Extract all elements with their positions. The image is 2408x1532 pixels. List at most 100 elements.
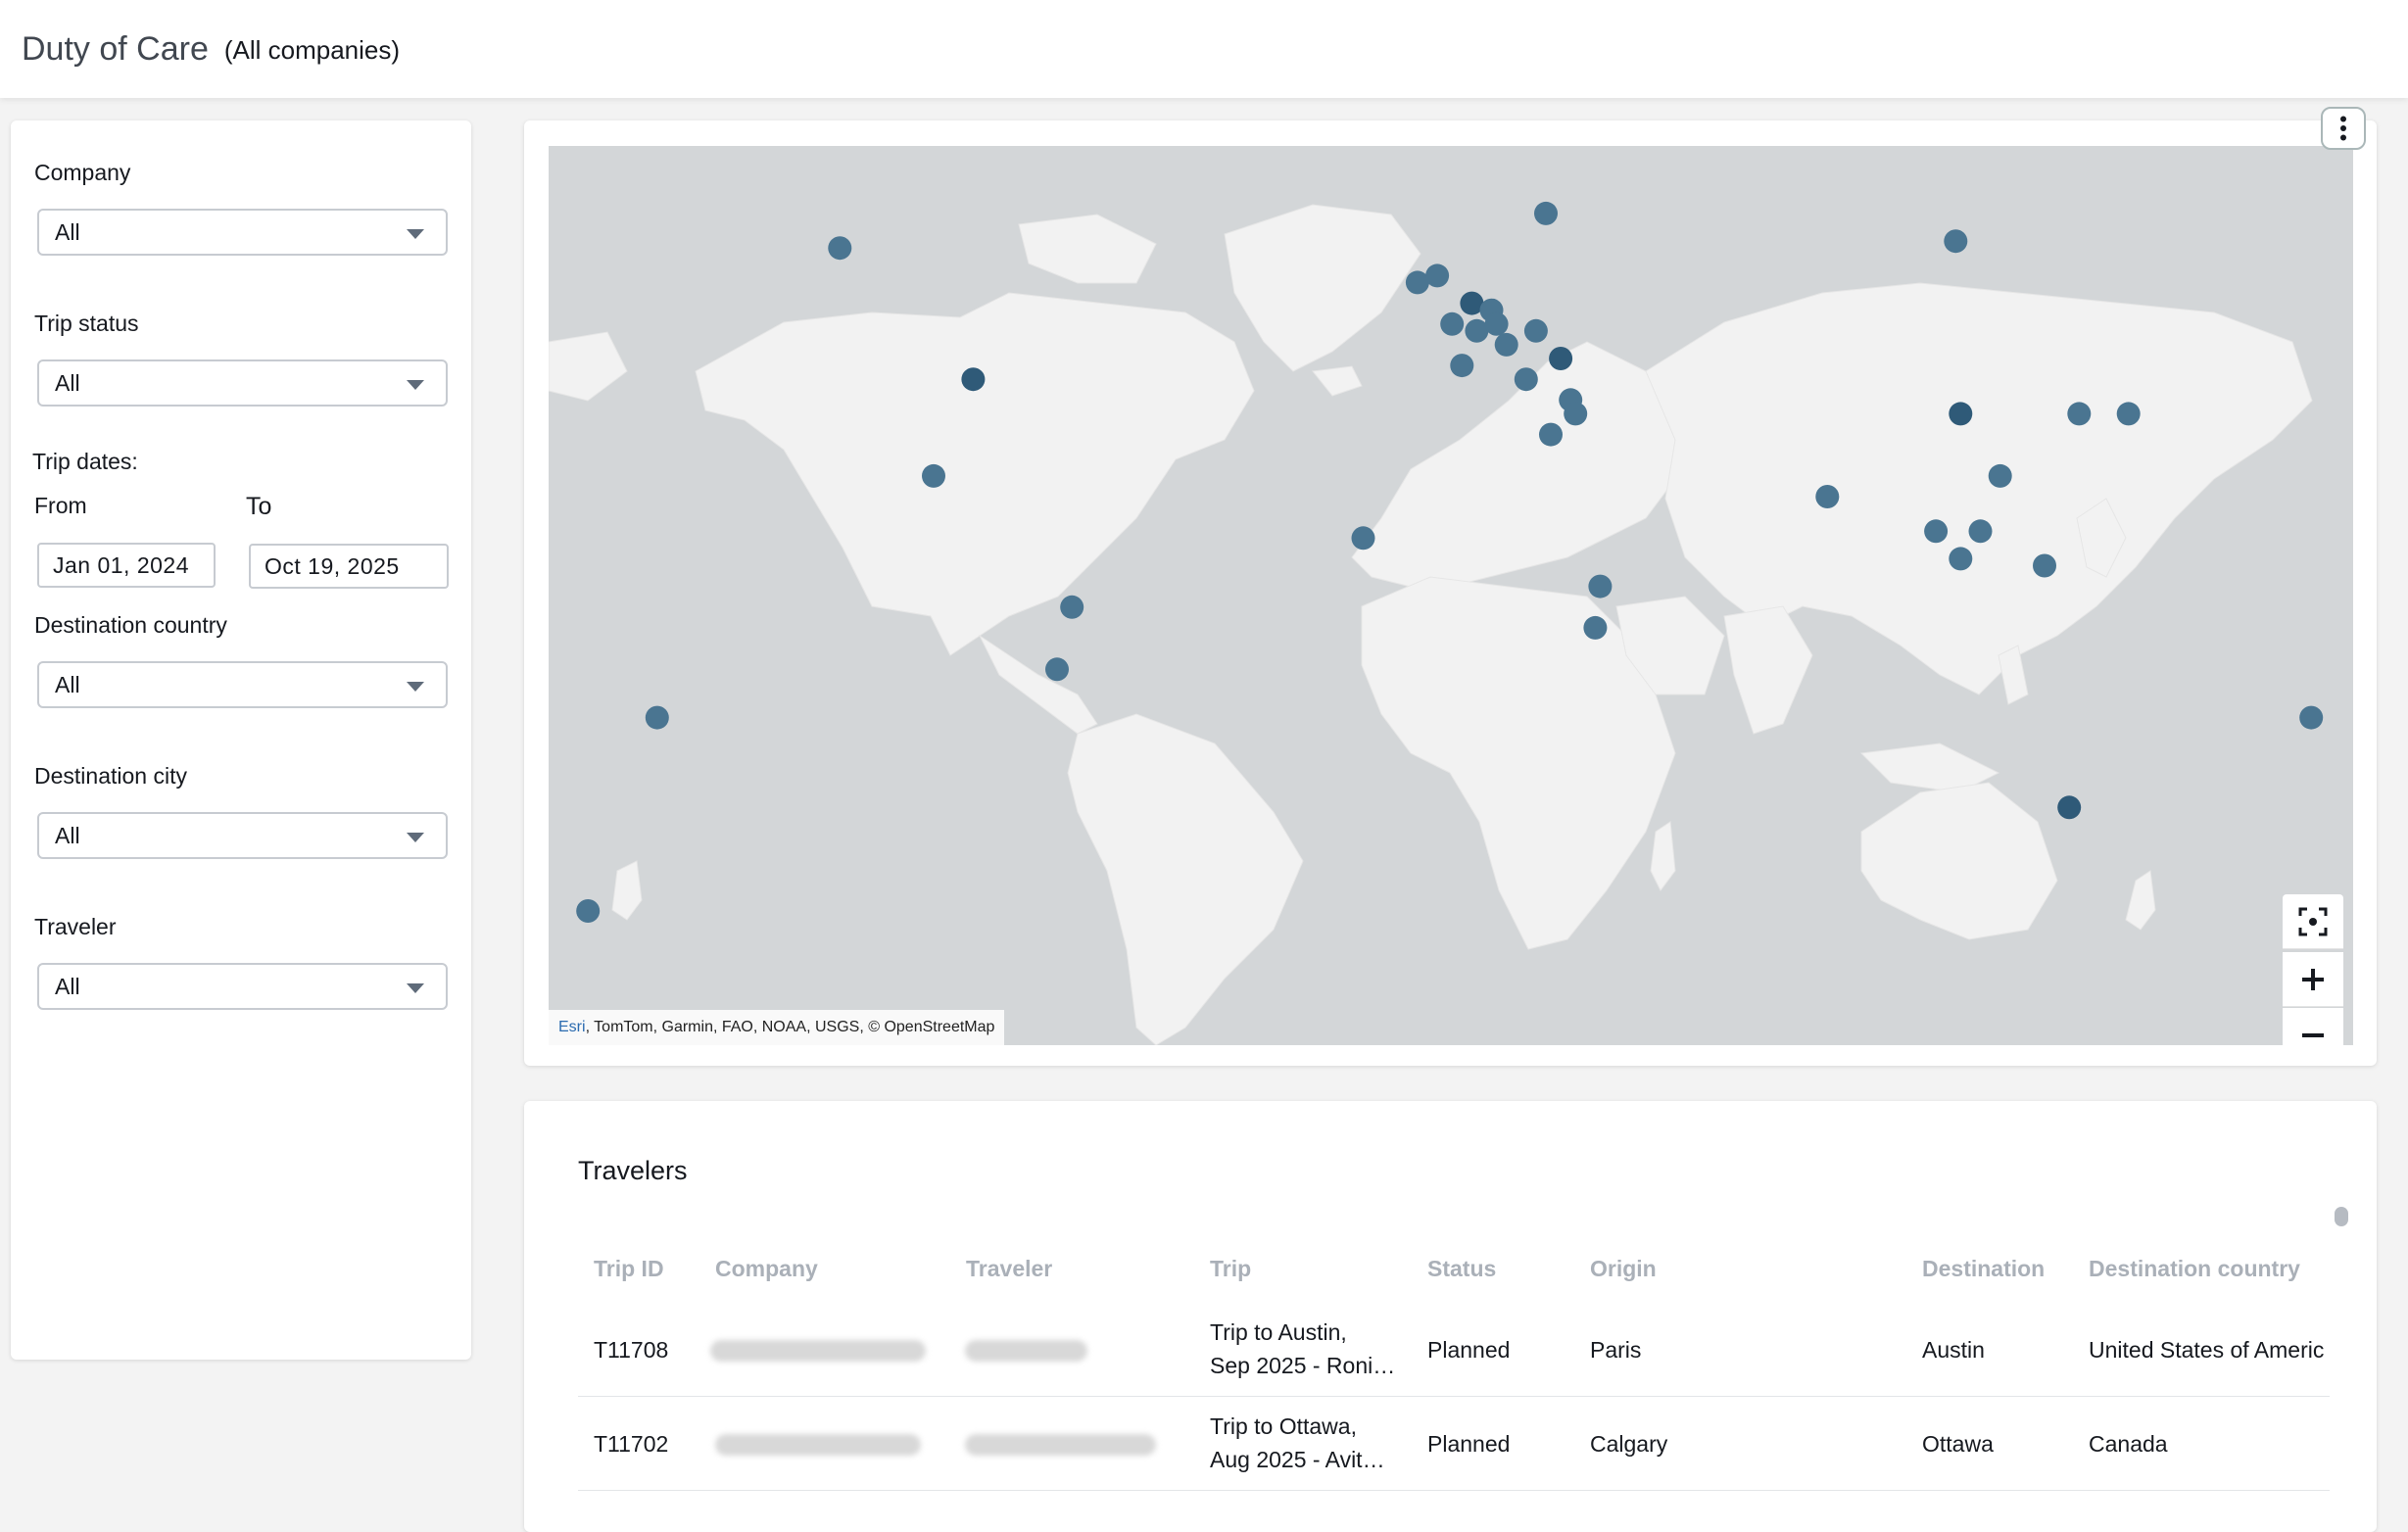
travelers-card: Travelers Trip ID Company Traveler Trip …	[524, 1101, 2377, 1532]
row-divider	[578, 1490, 2330, 1491]
esri-link[interactable]: Esri	[558, 1019, 586, 1036]
company-select[interactable]: All	[37, 209, 448, 256]
destination-cell: Ottawa	[1922, 1431, 1994, 1457]
world-map[interactable]: Esri , TomTom, Garmin, FAO, NOAA, USGS, …	[549, 146, 2353, 1045]
trip-cell-line2: Aug 2025 - Avit…	[1210, 1447, 1385, 1472]
caret-down-icon	[407, 229, 424, 239]
traveler-location-marker[interactable]	[1351, 526, 1375, 551]
column-header-destination-country[interactable]: Destination country	[2089, 1256, 2300, 1282]
traveler-location-marker[interactable]	[1968, 519, 1993, 544]
map-attribution: Esri , TomTom, Garmin, FAO, NOAA, USGS, …	[549, 1010, 1005, 1045]
more-vertical-icon	[2340, 116, 2346, 141]
landmass-australia	[1860, 782, 2058, 940]
landmass-philippines	[1998, 645, 2029, 705]
traveler-location-marker[interactable]	[1484, 311, 1509, 336]
traveler-location-marker[interactable]	[2299, 705, 2324, 730]
caret-down-icon	[407, 833, 424, 842]
recenter-button[interactable]	[2283, 894, 2343, 949]
trip-cell-line1: Trip to Austin,	[1210, 1319, 1347, 1345]
traveler-location-marker[interactable]	[2033, 553, 2056, 578]
column-header-trip-id[interactable]: Trip ID	[594, 1256, 664, 1282]
traveler-location-marker[interactable]	[1539, 422, 1563, 447]
column-header-company[interactable]: Company	[715, 1256, 818, 1282]
page-subtitle: (All companies)	[223, 34, 401, 65]
traveler-location-marker[interactable]	[828, 236, 852, 261]
zoom-in-button[interactable]	[2283, 952, 2343, 1007]
destination-cell: Austin	[1922, 1337, 1985, 1363]
trip-status-select[interactable]: All	[37, 359, 448, 407]
traveler-location-marker[interactable]	[1815, 485, 1840, 508]
landmass-greenland	[1224, 204, 1421, 372]
traveler-location-marker[interactable]	[1060, 595, 1084, 619]
traveler-location-marker[interactable]	[1949, 547, 1973, 571]
traveler-location-marker[interactable]	[1045, 657, 1069, 682]
recenter-icon	[2298, 907, 2328, 935]
traveler-location-marker[interactable]	[1588, 574, 1613, 598]
traveler-location-marker[interactable]	[1514, 367, 1538, 392]
traveler-select[interactable]: All	[37, 963, 448, 1010]
column-header-traveler[interactable]: Traveler	[966, 1256, 1052, 1282]
landmass-iceland	[1312, 365, 1363, 397]
to-date-input[interactable]: Oct 19, 2025	[249, 544, 449, 589]
filters-panel: Company All Trip status All Trip dates: …	[11, 120, 471, 1360]
traveler-location-marker[interactable]	[1924, 519, 1949, 544]
traveler-location-marker[interactable]	[1440, 311, 1465, 336]
destination-city-select[interactable]: All	[37, 812, 448, 859]
traveler-location-marker[interactable]	[576, 899, 601, 923]
status-cell: Planned	[1427, 1431, 1511, 1457]
landmass-india	[1723, 605, 1813, 735]
company-label: Company	[34, 160, 131, 185]
traveler-location-marker[interactable]	[2116, 402, 2141, 426]
minus-icon	[2302, 1032, 2324, 1037]
traveler-location-marker[interactable]	[2057, 795, 2082, 820]
traveler-location-marker[interactable]	[645, 705, 669, 730]
scrollbar-thumb[interactable]	[2335, 1207, 2348, 1226]
origin-cell: Calgary	[1590, 1431, 1668, 1457]
traveler-location-marker[interactable]	[961, 367, 986, 392]
traveler-location-marker[interactable]	[1523, 318, 1548, 343]
trip-status-label: Trip status	[34, 311, 139, 336]
from-date-input[interactable]: Jan 01, 2024	[37, 543, 216, 588]
column-header-origin[interactable]: Origin	[1590, 1256, 1657, 1282]
traveler-cell-redacted	[965, 1340, 1087, 1362]
caret-down-icon	[407, 983, 424, 993]
traveler-location-marker[interactable]	[1949, 402, 1973, 426]
zoom-out-button[interactable]	[2283, 1008, 2343, 1045]
travelers-heading: Travelers	[578, 1156, 688, 1185]
destination-city-label: Destination city	[34, 763, 187, 789]
traveler-location-marker[interactable]	[1450, 354, 1474, 378]
landmass-north-america	[695, 292, 1255, 656]
traveler-location-marker[interactable]	[1425, 263, 1450, 288]
traveler-location-marker[interactable]	[1534, 201, 1558, 225]
trip-id-cell: T11708	[594, 1337, 669, 1363]
traveler-location-marker[interactable]	[1564, 402, 1588, 426]
traveler-location-marker[interactable]	[1583, 615, 1608, 640]
world-basemap	[549, 201, 2324, 1045]
traveler-location-marker[interactable]	[1549, 347, 1573, 370]
traveler-location-marker[interactable]	[2067, 402, 2092, 426]
landmass-new-zealand-east	[2125, 870, 2156, 931]
column-header-destination[interactable]: Destination	[1922, 1256, 2045, 1282]
landmass-new-zealand-west	[611, 860, 643, 921]
column-header-trip[interactable]: Trip	[1210, 1256, 1251, 1282]
traveler-location-marker[interactable]	[1494, 332, 1518, 357]
trip-status-select-value: All	[55, 369, 80, 396]
status-cell: Planned	[1427, 1337, 1511, 1363]
traveler-location-marker[interactable]	[1988, 463, 2012, 488]
plus-icon	[2302, 968, 2324, 990]
company-select-value: All	[55, 218, 80, 245]
to-date-value: Oct 19, 2025	[265, 552, 400, 579]
traveler-location-marker[interactable]	[1944, 229, 1968, 254]
trip-dates-label: Trip dates:	[32, 449, 138, 474]
landmass-central-america	[978, 634, 1098, 735]
more-options-button[interactable]	[2321, 107, 2366, 150]
traveler-label: Traveler	[34, 914, 117, 939]
origin-cell: Paris	[1590, 1337, 1642, 1363]
trip-cell-line1: Trip to Ottawa,	[1210, 1413, 1357, 1439]
page-title: Duty of Care	[22, 29, 209, 68]
landmass-chukotka	[549, 331, 628, 402]
traveler-location-marker[interactable]	[922, 463, 945, 488]
to-label: To	[246, 493, 272, 520]
destination-country-select[interactable]: All	[37, 661, 448, 708]
column-header-status[interactable]: Status	[1427, 1256, 1496, 1282]
